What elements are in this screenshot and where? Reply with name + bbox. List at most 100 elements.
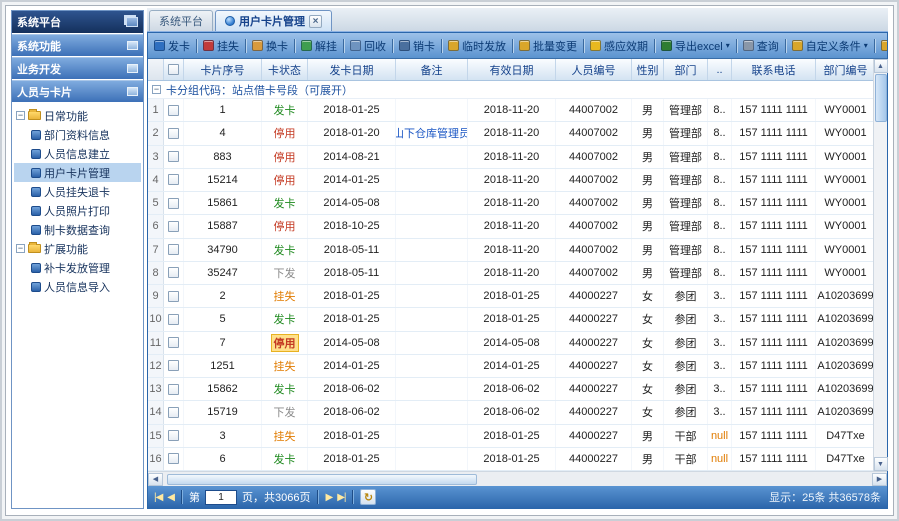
row-checkbox[interactable] [168, 151, 179, 162]
first-page-button[interactable]: |◀ [154, 492, 162, 503]
row-checkbox[interactable] [168, 198, 179, 209]
horizontal-scrollbar[interactable]: ◀ ▶ [148, 471, 887, 486]
scroll-up-icon[interactable]: ▲ [874, 59, 888, 73]
accordion-header[interactable]: 人员与卡片 [12, 80, 143, 102]
table-row[interactable]: 415214停用2014-01-252018-11-2044007002男管理部… [148, 169, 873, 192]
table-row[interactable]: 1415719下发2018-06-022018-06-0244000227女参团… [148, 401, 873, 424]
row-checkbox[interactable] [168, 384, 179, 395]
validity-warning-button[interactable]: 感应效期 [587, 37, 651, 55]
row-checkbox[interactable] [168, 221, 179, 232]
page-input[interactable] [205, 490, 237, 505]
accordion-header[interactable]: 业务开发 [12, 57, 143, 79]
row-checkbox[interactable] [168, 267, 179, 278]
column-header-gender[interactable]: 性别 [632, 59, 664, 80]
column-header-age[interactable]: .. [708, 59, 732, 80]
next-page-button[interactable]: ▶ [325, 492, 332, 503]
recycle-card-button[interactable]: 回收 [347, 37, 389, 55]
column-header-status[interactable]: 卡状态 [262, 59, 308, 80]
tree-item[interactable]: 人员挂失退卡 [14, 182, 141, 201]
tree-item[interactable]: 制卡数据查询 [14, 220, 141, 239]
table-row[interactable]: 11发卡2018-01-252018-11-2044007002男管理部8..1… [148, 99, 873, 122]
prev-page-button[interactable]: ◀ [167, 492, 174, 503]
tree-item[interactable]: 部门资料信息 [14, 125, 141, 144]
scroll-down-icon[interactable]: ▼ [874, 457, 888, 471]
temp-issue-button[interactable]: 临时发放 [445, 37, 509, 55]
row-checkbox[interactable] [168, 430, 179, 441]
table-row[interactable]: 615887停用2018-10-252018-11-2044007002男管理部… [148, 215, 873, 238]
table-header-row: 卡片序号卡状态发卡日期备注有效日期人员编号性别部门..联系电话部门编号部门 [148, 59, 873, 81]
collapse-icon[interactable]: − [152, 85, 161, 94]
refresh-button[interactable]: ↻ [360, 489, 376, 505]
panel-collapse-icon[interactable] [126, 17, 138, 27]
table-row[interactable]: 105发卡2018-01-252018-01-2544000227女参团3..1… [148, 308, 873, 331]
vertical-scrollbar[interactable]: ▲ ▼ [873, 59, 887, 471]
row-checkbox[interactable] [168, 360, 179, 371]
tab-0[interactable]: 系统平台 [149, 10, 213, 31]
column-header-checkbox[interactable] [164, 59, 184, 80]
last-page-button[interactable]: ▶| [337, 492, 345, 503]
table-row[interactable]: 121251挂失2014-01-252014-01-2544000227女参团3… [148, 355, 873, 378]
column-header-serial[interactable]: 卡片序号 [184, 59, 262, 80]
scroll-left-icon[interactable]: ◀ [148, 473, 163, 486]
table-row[interactable]: 1315862发卡2018-06-022018-06-0244000227女参团… [148, 378, 873, 401]
report-loss-button[interactable]: 挂失 [200, 37, 242, 55]
modify-serial-button[interactable]: 修改卡序号 [878, 37, 887, 55]
tree-item[interactable]: 用户卡片管理 [14, 163, 141, 182]
unlock-card-button[interactable]: 解挂 [298, 37, 340, 55]
scroll-right-icon[interactable]: ▶ [872, 473, 887, 486]
horizontal-scroll-thumb[interactable] [167, 474, 477, 485]
export-excel-button[interactable]: 导出excel▾ [658, 37, 733, 55]
table-row[interactable]: 835247下发2018-05-112018-11-2044007002男管理部… [148, 262, 873, 285]
table-row[interactable]: 24停用2018-01-20山下仓库管理员2018-11-2044007002男… [148, 122, 873, 145]
table-row[interactable]: 117停用2014-05-082014-05-0844000227女参团3..1… [148, 332, 873, 355]
replace-card-button[interactable]: 换卡 [249, 37, 291, 55]
collapse-icon[interactable]: − [16, 244, 25, 253]
group-row[interactable]: − 卡分组代码：站点借卡号段（可展开） [148, 81, 873, 99]
table-row[interactable]: 153挂失2018-01-252018-01-2544000227男干部null… [148, 425, 873, 448]
row-checkbox[interactable] [168, 128, 179, 139]
tree-folder[interactable]: −日常功能 [14, 106, 141, 125]
tree-item[interactable]: 人员信息导入 [14, 277, 141, 296]
row-checkbox[interactable] [168, 105, 179, 116]
column-header-dept[interactable]: 部门 [664, 59, 708, 80]
tab-close-icon[interactable]: × [309, 15, 322, 28]
table-row[interactable]: 515861发卡2014-05-082018-11-2044007002男管理部… [148, 192, 873, 215]
row-checkbox[interactable] [168, 337, 179, 348]
column-header-num[interactable] [148, 59, 164, 80]
table-row[interactable]: 166发卡2018-01-252018-01-2544000227男干部null… [148, 448, 873, 471]
temp-issue-icon [448, 40, 459, 51]
tree-item[interactable]: 人员照片打印 [14, 201, 141, 220]
select-all-checkbox[interactable] [168, 64, 179, 75]
cancel-card-button[interactable]: 销卡 [396, 37, 438, 55]
cell-phone: 157 1111 1111 [732, 192, 816, 214]
collapse-icon[interactable]: − [16, 111, 25, 120]
column-header-person[interactable]: 人员编号 [556, 59, 632, 80]
search-button[interactable]: 查询 [740, 37, 782, 55]
accordion-header[interactable]: 系统功能 [12, 34, 143, 56]
column-header-valid[interactable]: 有效日期 [468, 59, 556, 80]
tab-1[interactable]: 用户卡片管理× [215, 10, 332, 31]
column-header-note[interactable]: 备注 [396, 59, 468, 80]
note-link[interactable]: 山下仓库管理员 [396, 125, 468, 141]
tree-folder[interactable]: −扩展功能 [14, 239, 141, 258]
column-header-issue[interactable]: 发卡日期 [308, 59, 396, 80]
column-header-phone[interactable]: 联系电话 [732, 59, 816, 80]
issue-card-button[interactable]: 发卡 [151, 37, 193, 55]
row-checkbox[interactable] [168, 244, 179, 255]
table-row[interactable]: 3883停用2014-08-212018-11-2044007002男管理部8.… [148, 146, 873, 169]
column-header-code[interactable]: 部门编号 [816, 59, 876, 80]
cell-note [396, 239, 468, 261]
row-checkbox[interactable] [168, 314, 179, 325]
row-checkbox[interactable] [168, 407, 179, 418]
row-checkbox[interactable] [168, 174, 179, 185]
row-checkbox[interactable] [168, 291, 179, 302]
tree-item[interactable]: 人员信息建立 [14, 144, 141, 163]
tree-item[interactable]: 补卡发放管理 [14, 258, 141, 277]
table-row[interactable]: 734790发卡2018-05-112018-11-2044007002男管理部… [148, 239, 873, 262]
custom-filter-button[interactable]: 自定义条件▾ [789, 37, 871, 55]
vertical-scroll-thumb[interactable] [875, 74, 887, 122]
batch-change-button[interactable]: 批量变更 [516, 37, 580, 55]
row-checkbox[interactable] [168, 453, 179, 464]
table-row[interactable]: 92挂失2018-01-252018-01-2544000227女参团3..15… [148, 285, 873, 308]
modify-serial-icon [881, 40, 887, 51]
